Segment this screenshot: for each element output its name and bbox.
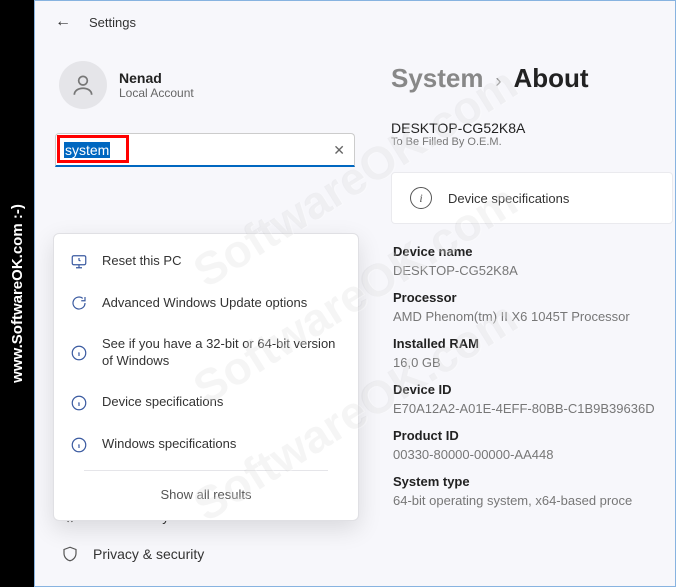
- window-title: Settings: [89, 15, 136, 30]
- device-name: DESKTOP-CG52K8A: [391, 120, 675, 136]
- chevron-right-icon: ›: [496, 71, 502, 92]
- dd-label: See if you have a 32-bit or 64-bit versi…: [102, 336, 342, 370]
- breadcrumb-root[interactable]: System: [391, 63, 484, 94]
- spec-value: 16,0 GB: [393, 355, 675, 370]
- avatar: [59, 61, 107, 109]
- spec-list: Device name DESKTOP-CG52K8A Processor AM…: [391, 244, 675, 508]
- spec-label: Processor: [393, 290, 675, 305]
- shield-icon: [61, 545, 79, 563]
- spec-label: Installed RAM: [393, 336, 675, 351]
- spec-row: System type 64-bit operating system, x64…: [393, 474, 675, 508]
- profile-sub: Local Account: [119, 86, 194, 100]
- leftbar-text: www.SoftwareOK.com :-): [9, 204, 26, 383]
- profile-block[interactable]: Nenad Local Account: [55, 43, 361, 133]
- info-icon: [70, 344, 88, 362]
- dd-item-update[interactable]: Advanced Windows Update options: [54, 282, 358, 324]
- nav-privacy[interactable]: Privacy & security: [55, 535, 361, 573]
- dd-item-win-spec[interactable]: Windows specifications: [54, 424, 358, 466]
- search-input[interactable]: system: [55, 133, 355, 167]
- clear-icon[interactable]: ✕: [333, 142, 345, 159]
- spec-row: Processor AMD Phenom(tm) II X6 1045T Pro…: [393, 290, 675, 324]
- search-dropdown: Reset this PC Advanced Windows Update op…: [53, 233, 359, 521]
- dd-item-reset[interactable]: Reset this PC: [54, 240, 358, 282]
- reset-pc-icon: [70, 252, 88, 270]
- topbar: ← Settings: [35, 1, 675, 43]
- spec-label: Product ID: [393, 428, 675, 443]
- spec-row: Product ID 00330-80000-00000-AA448: [393, 428, 675, 462]
- spec-row: Installed RAM 16,0 GB: [393, 336, 675, 370]
- update-icon: [70, 294, 88, 312]
- spec-row: Device ID E70A12A2-A01E-4EFF-80BB-C1B9B3…: [393, 382, 675, 416]
- content-area: Nenad Local Account system ✕ Reset this …: [35, 43, 675, 586]
- spec-label: Device ID: [393, 382, 675, 397]
- info-icon: [70, 394, 88, 412]
- spec-row: Device name DESKTOP-CG52K8A: [393, 244, 675, 278]
- dd-label: Reset this PC: [102, 253, 181, 270]
- spec-value: E70A12A2-A01E-4EFF-80BB-C1B9B39636D: [393, 401, 675, 416]
- dd-show-all[interactable]: Show all results: [54, 475, 358, 514]
- spec-label: Device name: [393, 244, 675, 259]
- spec-label: System type: [393, 474, 675, 489]
- spec-value: 00330-80000-00000-AA448: [393, 447, 675, 462]
- sidebar: Nenad Local Account system ✕ Reset this …: [35, 43, 365, 586]
- dd-item-bitness[interactable]: See if you have a 32-bit or 64-bit versi…: [54, 324, 358, 382]
- spec-card-title: Device specifications: [448, 191, 569, 206]
- settings-window: ← Settings Nenad Local Account system: [34, 0, 676, 587]
- info-icon: i: [410, 187, 432, 209]
- dd-item-device-spec[interactable]: Device specifications: [54, 382, 358, 424]
- main-panel: System › About DESKTOP-CG52K8A To Be Fil…: [365, 43, 675, 586]
- dd-label: Device specifications: [102, 394, 223, 411]
- search-wrapper: system ✕: [55, 133, 355, 167]
- site-leftbar: www.SoftwareOK.com :-): [0, 0, 34, 587]
- device-header: DESKTOP-CG52K8A To Be Filled By O.E.M.: [391, 120, 675, 148]
- dd-divider: [84, 470, 328, 471]
- breadcrumb: System › About: [391, 63, 675, 94]
- person-icon: [70, 72, 96, 98]
- profile-name: Nenad: [119, 70, 194, 86]
- info-icon: [70, 436, 88, 454]
- spec-value: DESKTOP-CG52K8A: [393, 263, 675, 278]
- breadcrumb-page: About: [514, 63, 589, 94]
- spec-value: AMD Phenom(tm) II X6 1045T Processor: [393, 309, 675, 324]
- search-value: system: [64, 142, 110, 158]
- spec-value: 64-bit operating system, x64-based proce: [393, 493, 675, 508]
- dd-label: Windows specifications: [102, 436, 236, 453]
- spec-card[interactable]: i Device specifications: [391, 172, 673, 224]
- dd-label: Advanced Windows Update options: [102, 295, 307, 312]
- back-icon[interactable]: ←: [55, 13, 71, 31]
- nav-label: Privacy & security: [93, 546, 204, 562]
- device-sub: To Be Filled By O.E.M.: [391, 136, 675, 148]
